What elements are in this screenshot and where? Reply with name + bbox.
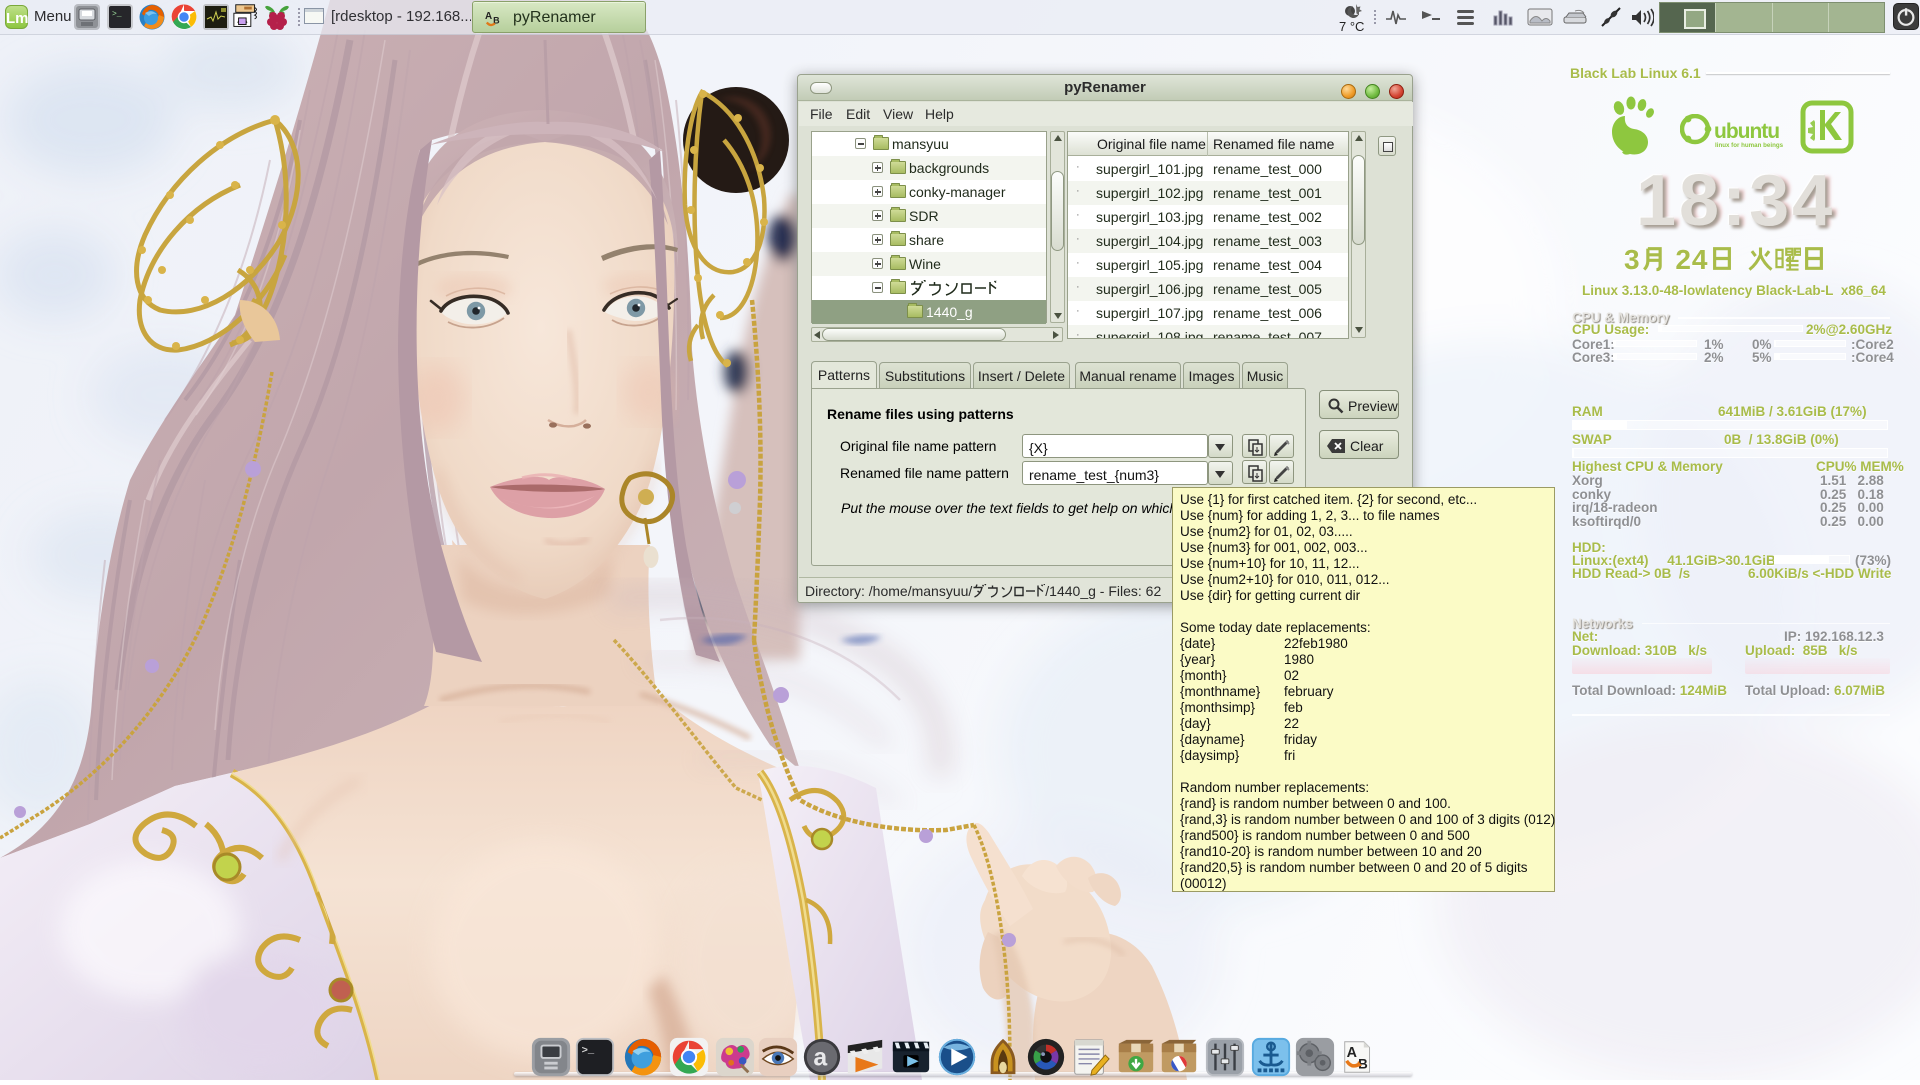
- svg-text:A: A: [1347, 1045, 1357, 1061]
- svg-text:linux for human beings: linux for human beings: [1715, 142, 1784, 149]
- svg-text:>_: >_: [582, 1045, 595, 1057]
- svg-text:>_: >_: [112, 10, 122, 19]
- svg-text:A: A: [485, 11, 492, 22]
- svg-text:ubuntu: ubuntu: [1714, 120, 1779, 143]
- svg-text:7 °C: 7 °C: [1339, 19, 1364, 34]
- svg-text:a: a: [813, 1045, 827, 1072]
